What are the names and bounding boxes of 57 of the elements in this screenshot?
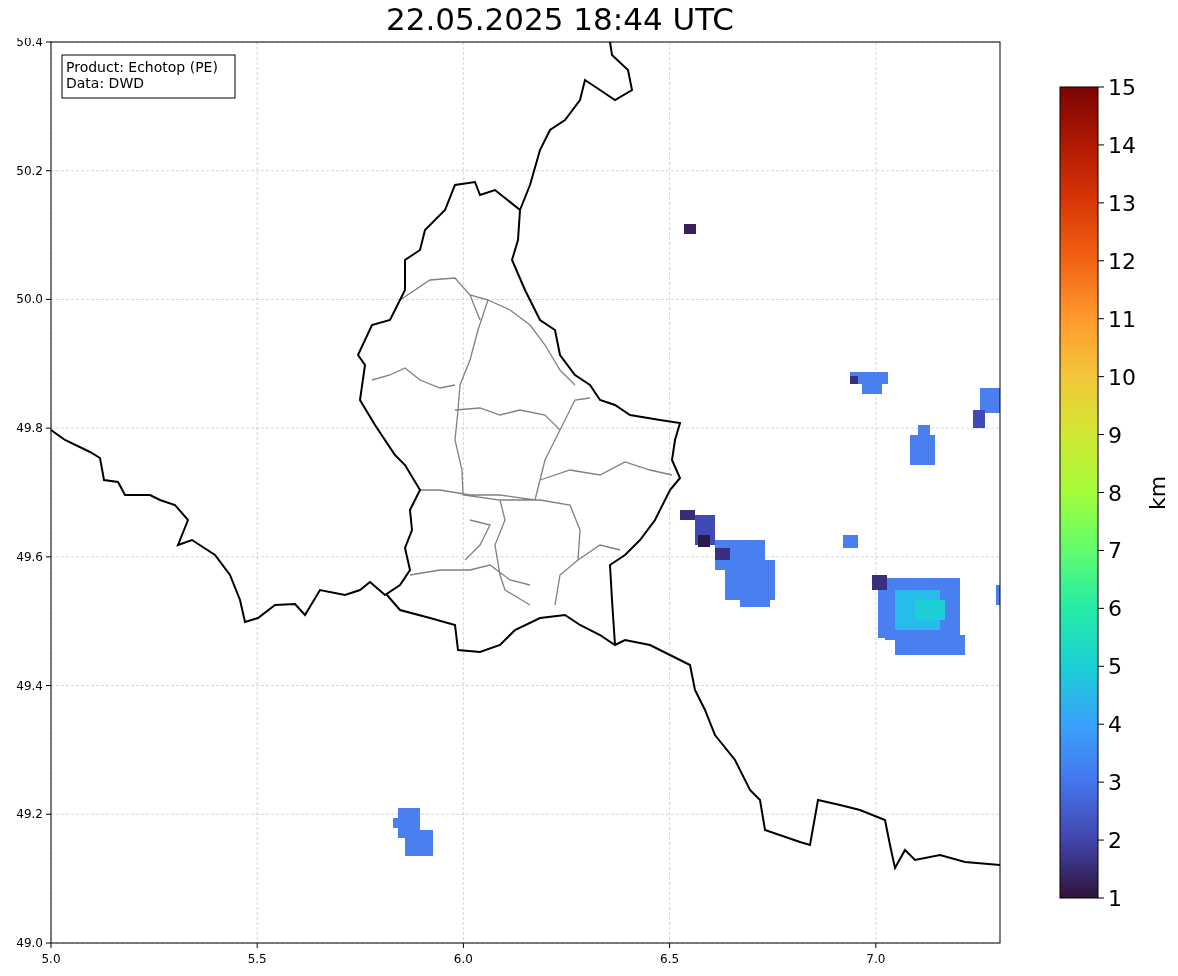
tick-mark: [1097, 434, 1105, 436]
colorbar-tick-label: 10: [1108, 364, 1136, 390]
colorbar-tick-label: 5: [1108, 654, 1122, 680]
tick-mark: [1097, 549, 1105, 551]
tick-mark: [45, 170, 52, 172]
tick-mark: [45, 556, 52, 558]
colorbar-tick-label: 9: [1108, 422, 1122, 448]
colorbar-tick-label: 2: [1108, 828, 1122, 854]
colorbar-label: km: [1145, 475, 1170, 511]
tick-mark: [45, 427, 52, 429]
y-tick-label: 49.0: [16, 936, 43, 950]
tick-mark: [45, 298, 52, 300]
tick-mark: [1097, 318, 1105, 320]
colorbar-tick-label: 4: [1108, 712, 1122, 738]
y-tick-label: 49.4: [16, 678, 43, 693]
colorbar-tick-label: 15: [1108, 75, 1136, 100]
y-tick-label: 49.6: [16, 549, 43, 564]
x-tick-label: 7.0: [866, 952, 886, 966]
chart-title: 22.05.2025 18:44 UTC: [386, 0, 734, 38]
colorbar-tick-label: 7: [1108, 538, 1122, 564]
y-tick-label: 49.2: [16, 807, 43, 822]
tick-mark: [462, 942, 464, 949]
tick-mark: [1097, 723, 1105, 725]
tick-mark: [1097, 839, 1105, 841]
colorbar-tick-label: 1: [1108, 886, 1122, 911]
tick-mark: [1097, 202, 1105, 204]
y-tick-label: 50.0: [16, 292, 43, 307]
tick-mark: [669, 942, 671, 949]
x-tick-label: 6.0: [453, 952, 473, 966]
colorbar-tick-label: 14: [1108, 132, 1136, 158]
colorbar-tick-label: 6: [1108, 596, 1122, 622]
tick-mark: [256, 942, 258, 949]
tick-mark: [1097, 144, 1105, 146]
tick-mark: [1097, 665, 1105, 667]
tick-mark: [45, 41, 52, 43]
x-tick-label: 6.5: [660, 952, 680, 966]
tick-mark: [1097, 897, 1105, 899]
tick-mark: [1097, 781, 1105, 783]
tick-mark: [1097, 260, 1105, 262]
tick-mark: [875, 942, 877, 949]
tick-mark: [1097, 492, 1105, 493]
info-text: Data: DWD: [66, 75, 144, 91]
tick-mark: [1097, 607, 1105, 609]
colorbar-tick-label: 3: [1108, 770, 1122, 796]
x-tick-label: 5.5: [247, 952, 267, 966]
colorbar-tick-label: 8: [1108, 480, 1122, 506]
colorbar-tick-label: 11: [1108, 306, 1136, 332]
tick-mark: [45, 813, 52, 815]
info-text: Product: Echotop (PE): [66, 59, 218, 75]
colorbar-tick-label: 12: [1108, 248, 1136, 274]
tick-mark: [45, 685, 52, 687]
x-tick-label: 5.0: [41, 952, 61, 966]
tick-mark: [1097, 86, 1105, 88]
y-tick-label: 50.2: [16, 163, 43, 178]
colorbar-tick-label: 13: [1108, 190, 1136, 216]
tick-mark: [1097, 376, 1105, 378]
y-tick-label: 49.8: [16, 421, 43, 436]
